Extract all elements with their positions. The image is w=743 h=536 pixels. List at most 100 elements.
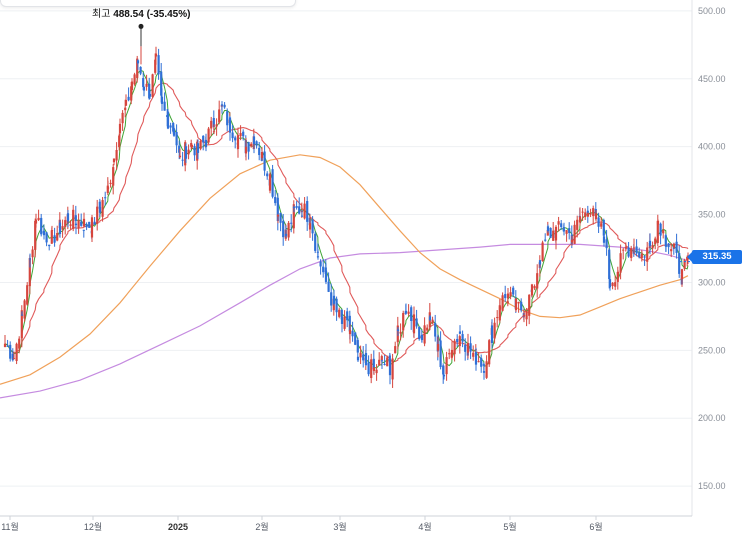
candle[interactable] (399, 323, 402, 341)
candle[interactable] (255, 140, 258, 149)
candle[interactable] (210, 116, 213, 137)
candle[interactable] (172, 127, 176, 137)
candle[interactable] (635, 239, 638, 257)
candle[interactable] (77, 213, 80, 234)
candle[interactable] (151, 73, 154, 99)
candle[interactable] (659, 222, 662, 245)
candle[interactable] (469, 336, 472, 360)
candle[interactable] (501, 292, 504, 312)
candle[interactable] (423, 317, 426, 347)
candle[interactable] (271, 164, 274, 199)
candle[interactable] (434, 314, 437, 342)
candle[interactable] (332, 289, 336, 306)
candle[interactable] (40, 213, 43, 237)
candle[interactable] (279, 212, 282, 232)
candle[interactable] (584, 208, 587, 221)
candle[interactable] (311, 216, 314, 241)
candle[interactable] (488, 339, 491, 367)
candle[interactable] (26, 282, 29, 306)
candle[interactable] (9, 341, 12, 362)
candle[interactable] (124, 94, 128, 107)
candle[interactable] (586, 212, 590, 218)
candle[interactable] (133, 72, 136, 86)
candle[interactable] (667, 242, 670, 254)
candle[interactable] (533, 284, 536, 291)
candle[interactable] (23, 299, 26, 322)
candle[interactable] (354, 332, 357, 346)
candle[interactable] (530, 283, 534, 298)
candle[interactable] (72, 204, 75, 232)
candle[interactable] (372, 367, 376, 375)
candle[interactable] (370, 353, 373, 384)
candle[interactable] (64, 216, 67, 235)
candle[interactable] (412, 306, 416, 339)
candle[interactable] (351, 321, 354, 342)
candle[interactable] (56, 225, 59, 242)
candle[interactable] (410, 305, 413, 330)
candle[interactable] (415, 309, 418, 329)
candle[interactable] (383, 355, 386, 366)
candle[interactable] (45, 231, 48, 247)
candle[interactable] (592, 205, 595, 225)
candle[interactable] (536, 264, 539, 298)
candle[interactable] (340, 317, 344, 333)
candle[interactable] (335, 296, 338, 321)
candle[interactable] (622, 247, 625, 260)
candle[interactable] (53, 227, 56, 247)
candle[interactable] (346, 307, 349, 328)
candle[interactable] (646, 241, 649, 271)
candle[interactable] (3, 335, 7, 348)
candle[interactable] (66, 210, 70, 228)
candle[interactable] (362, 346, 365, 368)
candle[interactable] (378, 352, 381, 366)
candle[interactable] (616, 266, 619, 290)
candle[interactable] (517, 301, 520, 313)
candle[interactable] (127, 87, 130, 102)
candle[interactable] (303, 197, 306, 220)
candle[interactable] (549, 227, 552, 239)
candle[interactable] (394, 341, 397, 354)
candle[interactable] (157, 48, 160, 80)
candle[interactable] (627, 241, 630, 258)
candle[interactable] (226, 108, 229, 132)
candle[interactable] (15, 342, 18, 365)
candle[interactable] (552, 221, 555, 241)
candle[interactable] (263, 145, 266, 176)
candle[interactable] (461, 330, 464, 348)
candle[interactable] (364, 343, 368, 366)
candle[interactable] (496, 310, 499, 328)
candle[interactable] (504, 285, 507, 303)
candle[interactable] (169, 122, 172, 134)
candle[interactable] (458, 325, 462, 334)
candle[interactable] (228, 116, 232, 141)
candle[interactable] (493, 317, 496, 344)
candle[interactable] (218, 100, 221, 125)
candle[interactable] (514, 298, 518, 312)
candle[interactable] (163, 92, 166, 111)
candle[interactable] (292, 200, 295, 234)
candle[interactable] (274, 190, 277, 206)
candle[interactable] (420, 334, 424, 343)
candle[interactable] (112, 164, 115, 195)
candle[interactable] (528, 294, 531, 325)
candle[interactable] (276, 193, 279, 231)
candle[interactable] (573, 220, 576, 245)
candle[interactable] (480, 354, 483, 373)
candle[interactable] (93, 217, 96, 225)
candle[interactable] (568, 222, 571, 240)
candle[interactable] (506, 287, 510, 300)
candle[interactable] (324, 263, 328, 285)
candle[interactable] (407, 304, 410, 317)
candle[interactable] (439, 331, 442, 370)
candle[interactable] (456, 334, 459, 348)
candle[interactable] (287, 221, 290, 241)
candle[interactable] (109, 179, 112, 188)
candle[interactable] (90, 214, 94, 243)
candle[interactable] (554, 225, 558, 250)
candle[interactable] (338, 307, 341, 319)
candle[interactable] (204, 133, 208, 152)
candle[interactable] (252, 133, 256, 154)
candle[interactable] (404, 303, 408, 314)
candle[interactable] (139, 66, 142, 76)
candle[interactable] (295, 201, 298, 210)
